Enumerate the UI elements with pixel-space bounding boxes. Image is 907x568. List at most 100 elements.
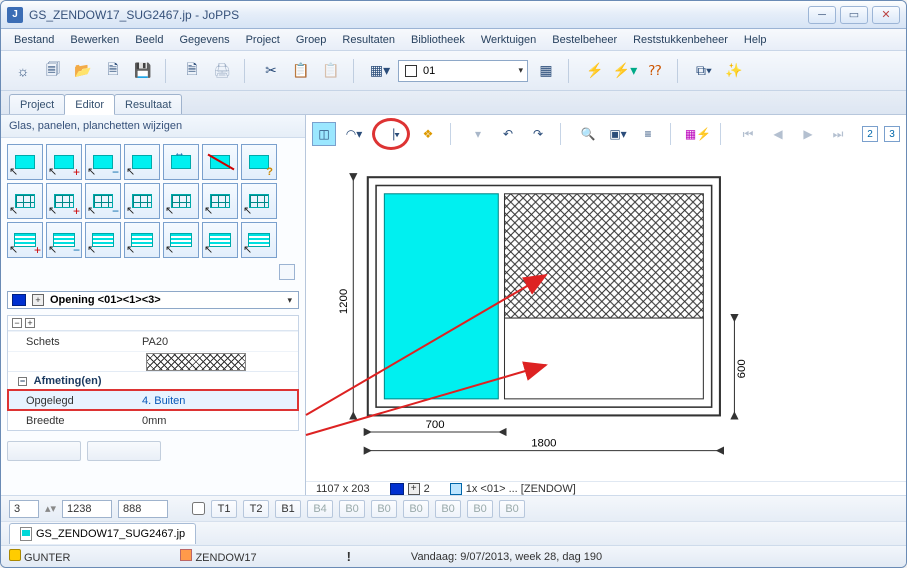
- chip-t2[interactable]: T2: [243, 500, 269, 518]
- ct-redo-icon[interactable]: ↷: [526, 122, 550, 146]
- ct-next-icon[interactable]: ▶: [796, 122, 820, 146]
- clipboard-icon[interactable]: 📋: [319, 59, 343, 83]
- tool-pane-split[interactable]: ↔: [163, 144, 199, 180]
- ct-sash-icon[interactable]: ◫: [312, 122, 336, 146]
- ct-arc-icon[interactable]: ◠▾: [342, 122, 366, 146]
- open-icon[interactable]: 📂: [71, 59, 95, 83]
- tool-lines-a[interactable]: ↖+: [7, 222, 43, 258]
- cancel-button[interactable]: [87, 441, 161, 461]
- new-icon[interactable]: ☼: [11, 59, 35, 83]
- layout-combo[interactable]: 01: [398, 60, 528, 82]
- num-field-3[interactable]: 888: [118, 500, 168, 518]
- ct-check-2[interactable]: 2: [862, 126, 878, 142]
- print-icon[interactable]: 🖨: [210, 59, 234, 83]
- chip-b0a[interactable]: B0: [339, 500, 365, 518]
- tool-grid-c[interactable]: ↖: [163, 183, 199, 219]
- ct-dropdown-icon[interactable]: ▾: [466, 122, 490, 146]
- wand-icon[interactable]: ✨: [722, 59, 746, 83]
- ct-first-icon[interactable]: ⏮: [736, 122, 760, 146]
- chip-b0f[interactable]: B0: [499, 500, 525, 518]
- tool-more[interactable]: [279, 264, 295, 280]
- ct-undo-icon[interactable]: ↶: [496, 122, 520, 146]
- lightning2-icon[interactable]: ⚡▾: [613, 59, 637, 83]
- tool-grid-e[interactable]: ↖: [241, 183, 277, 219]
- chip-b0e[interactable]: B0: [467, 500, 493, 518]
- save-icon[interactable]: 💾: [131, 59, 155, 83]
- menu-beeld[interactable]: Beeld: [128, 32, 170, 48]
- tool-lines-b[interactable]: ↖−: [46, 222, 82, 258]
- tool-lines-g[interactable]: ↖: [241, 222, 277, 258]
- chip-b0d[interactable]: B0: [435, 500, 461, 518]
- tab-editor[interactable]: Editor: [64, 94, 115, 115]
- ct-check-3[interactable]: 3: [884, 126, 900, 142]
- menu-bestelbeheer[interactable]: Bestelbeheer: [545, 32, 624, 48]
- tool-lines-f[interactable]: ↖: [202, 222, 238, 258]
- prop-breedte[interactable]: Breedte 0mm: [8, 410, 298, 430]
- prop-opgelegd[interactable]: Opgelegd 4. Buiten: [8, 390, 298, 410]
- minimize-button[interactable]: ─: [808, 6, 836, 24]
- prop-section-afmeting[interactable]: − Afmeting(en): [8, 371, 298, 390]
- cut-icon[interactable]: ✂: [259, 59, 283, 83]
- tool-pane-drag[interactable]: ↖: [124, 144, 160, 180]
- ct-flash-icon[interactable]: ▦⚡: [686, 122, 710, 146]
- tool-pane-info[interactable]: ?: [241, 144, 277, 180]
- ct-rect-icon[interactable]: ▣▾: [606, 122, 630, 146]
- maximize-button[interactable]: ▭: [840, 6, 868, 24]
- grid-dropdown-icon[interactable]: ▦▾: [368, 59, 392, 83]
- menu-bibliotheek[interactable]: Bibliotheek: [404, 32, 472, 48]
- tool-pane-add[interactable]: ↖+: [46, 144, 82, 180]
- doc-icon[interactable]: 🗎: [180, 59, 204, 83]
- tool-grid-select[interactable]: ↖: [7, 183, 43, 219]
- tool-grid-d[interactable]: ↖: [202, 183, 238, 219]
- ct-last-icon[interactable]: ⏭: [826, 122, 850, 146]
- tab-resultaat[interactable]: Resultaat: [114, 94, 182, 114]
- chip-b0c[interactable]: B0: [403, 500, 429, 518]
- tool-lines-d[interactable]: ↖: [124, 222, 160, 258]
- tool-lines-e[interactable]: ↖: [163, 222, 199, 258]
- db-help-icon[interactable]: ⁇: [643, 59, 667, 83]
- chip-b4[interactable]: B4: [307, 500, 333, 518]
- panel-dropdown-icon[interactable]: ⧉▾: [692, 59, 716, 83]
- menu-gegevens[interactable]: Gegevens: [172, 32, 236, 48]
- ct-prev-icon[interactable]: ◀: [766, 122, 790, 146]
- chip-b1[interactable]: B1: [275, 500, 301, 518]
- grid-warn-icon[interactable]: ▦: [534, 59, 558, 83]
- ct-layers-icon[interactable]: ❖: [416, 122, 440, 146]
- opening-selector[interactable]: + Opening <01><1><3>: [7, 291, 299, 309]
- num-field-1[interactable]: 3: [9, 500, 39, 518]
- tool-lines-c[interactable]: ↖: [85, 222, 121, 258]
- chip-check[interactable]: [192, 502, 205, 515]
- prop-head[interactable]: − +: [8, 316, 298, 331]
- file-tab[interactable]: GS_ZENDOW17_SUG2467.jp: [9, 523, 196, 544]
- menu-bewerken[interactable]: Bewerken: [63, 32, 126, 48]
- copy-doc-icon[interactable]: 🗐: [41, 59, 65, 83]
- chip-t1[interactable]: T1: [211, 500, 237, 518]
- apply-button[interactable]: [7, 441, 81, 461]
- num-field-2[interactable]: 1238: [62, 500, 112, 518]
- tool-pane-remove[interactable]: ↖−: [85, 144, 121, 180]
- tool-pane-select[interactable]: ↖: [7, 144, 43, 180]
- menu-bestand[interactable]: Bestand: [7, 32, 61, 48]
- menu-help[interactable]: Help: [737, 32, 774, 48]
- ct-profile-icon[interactable]: ⎹▾: [379, 122, 403, 146]
- import-icon[interactable]: 🗎: [101, 59, 125, 83]
- menu-werktuigen[interactable]: Werktuigen: [474, 32, 543, 48]
- prop-hatch[interactable]: [8, 351, 298, 371]
- lightning-icon[interactable]: ⚡: [583, 59, 607, 83]
- tab-project[interactable]: Project: [9, 94, 65, 114]
- chip-b0b[interactable]: B0: [371, 500, 397, 518]
- menu-project[interactable]: Project: [239, 32, 287, 48]
- menu-resultaten[interactable]: Resultaten: [335, 32, 402, 48]
- paste-icon[interactable]: 📋: [289, 59, 313, 83]
- menu-reststukkenbeheer[interactable]: Reststukkenbeheer: [626, 32, 735, 48]
- prop-schets[interactable]: Schets PA20: [8, 331, 298, 351]
- close-button[interactable]: ✕: [872, 6, 900, 24]
- menu-groep[interactable]: Groep: [289, 32, 334, 48]
- ct-zoom-icon[interactable]: 🔍: [576, 122, 600, 146]
- tool-grid-add[interactable]: ↖+: [46, 183, 82, 219]
- tool-grid-b[interactable]: ↖: [124, 183, 160, 219]
- ct-align-icon[interactable]: ≡: [636, 122, 660, 146]
- drawing-canvas[interactable]: 1200 600 700 1800: [316, 155, 896, 479]
- tool-pane-delete[interactable]: [202, 144, 238, 180]
- tool-grid-remove[interactable]: ↖−: [85, 183, 121, 219]
